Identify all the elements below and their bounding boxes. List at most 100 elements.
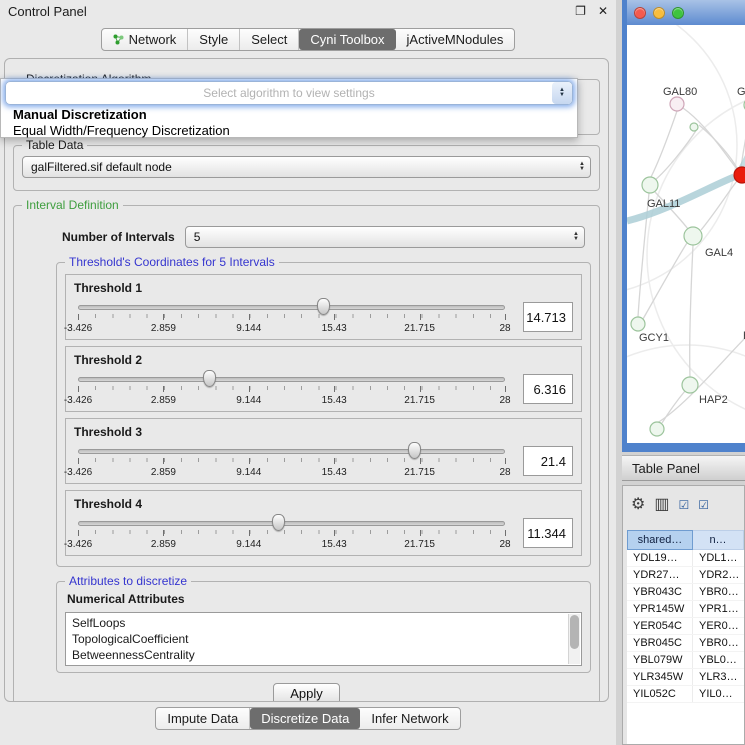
table-row-4[interactable]: YPR145WYPR1…: [627, 601, 744, 618]
mac-zoom-button[interactable]: [672, 7, 684, 19]
network-node-gal4[interactable]: [684, 227, 702, 245]
number-of-intervals-combobox[interactable]: 5 ▲▼: [185, 226, 585, 248]
cell-shared-name: YBR043C: [627, 584, 693, 600]
attributes-group-title: Attributes to discretize: [65, 574, 191, 588]
table-row-6[interactable]: YBR045CYBR0…: [627, 635, 744, 652]
numerical-attributes-list[interactable]: SelfLoopsTopologicalCoefficientBetweenne…: [65, 612, 582, 666]
slider-thumb[interactable]: [203, 370, 216, 387]
cell-shared-name: YBL079W: [627, 652, 693, 668]
select-all-icon[interactable]: ☑: [698, 499, 709, 511]
major-tick: [420, 530, 421, 536]
threshold-box-1: Threshold 1-3.4262.8599.14415.4321.71528…: [65, 274, 582, 340]
tab-network[interactable]: Network: [102, 29, 189, 50]
table-panel-titlebar: Table Panel: [622, 455, 745, 481]
apply-button[interactable]: Apply: [273, 683, 340, 702]
network-view-window: GAL80GAGAL11GAL4GCY1HHAP2: [622, 0, 745, 452]
close-icon[interactable]: ✕: [598, 5, 608, 17]
column-header-name[interactable]: n…: [693, 530, 744, 550]
threshold-slider-2[interactable]: -3.4262.8599.14415.4321.71528: [78, 369, 505, 409]
column-header-shared-name[interactable]: shared…: [627, 530, 693, 550]
network-icon: [113, 34, 124, 45]
node-label-hap2: HAP2: [699, 394, 728, 406]
mac-close-button[interactable]: [634, 7, 646, 19]
table-data-combobox[interactable]: galFiltered.sif default node ▲▼: [22, 156, 591, 178]
combo-arrows-icon: ▲▼: [573, 232, 579, 242]
threshold-value-2[interactable]: 6.316: [523, 374, 573, 404]
list-item-topologicalcoefficient[interactable]: TopologicalCoefficient: [72, 631, 565, 647]
control-panel-title: Control Panel: [8, 4, 87, 19]
network-node[interactable]: [690, 123, 698, 131]
slider-scale-labels: -3.4262.8599.14415.4321.71528: [78, 539, 505, 551]
control-panel-tab-bar: NetworkStyleSelectCyni ToolboxjActiveMNo…: [0, 22, 616, 56]
table-row-8[interactable]: YLR345WYLR3…: [627, 669, 744, 686]
slider-thumb[interactable]: [317, 298, 330, 315]
mac-minimize-button[interactable]: [653, 7, 665, 19]
select-columns-icon[interactable]: ☑: [678, 499, 689, 511]
list-item-betweennesscentrality[interactable]: BetweennessCentrality: [72, 647, 565, 663]
combo-arrows-icon[interactable]: ▲▼: [552, 82, 572, 104]
cell-shared-name: YDL19…: [627, 550, 693, 566]
slider-thumb[interactable]: [408, 442, 421, 459]
slider-track: [78, 521, 505, 526]
threshold-slider-4[interactable]: -3.4262.8599.14415.4321.71528: [78, 513, 505, 553]
slider-track: [78, 305, 505, 310]
columns-icon[interactable]: ▥: [654, 497, 669, 513]
network-node-gcy1[interactable]: [631, 317, 645, 331]
option-equal-width-frequency[interactable]: Equal Width/Frequency Discretization: [1, 123, 577, 139]
network-window-titlebar: [627, 0, 745, 25]
tick-label: -3.426: [64, 467, 92, 478]
major-tick: [163, 458, 164, 464]
table-panel-toolbar: ⚙ ▥ ☑ ☑: [623, 486, 744, 524]
list-scrollbar[interactable]: [568, 614, 580, 664]
scrollbar-thumb[interactable]: [570, 615, 579, 649]
tab-infer-network[interactable]: Infer Network: [360, 708, 459, 729]
network-node[interactable]: [650, 422, 664, 436]
threshold-slider-3[interactable]: -3.4262.8599.14415.4321.71528: [78, 441, 505, 481]
tick-label: 21.715: [404, 323, 435, 334]
network-node-gal80[interactable]: [670, 97, 684, 111]
tick-label: 9.144: [236, 539, 261, 550]
threshold-value-1[interactable]: 14.713: [523, 302, 573, 332]
network-node-gal11[interactable]: [642, 177, 658, 193]
table-row-3[interactable]: YBR043CYBR0…: [627, 584, 744, 601]
tick-label: 28: [499, 467, 510, 478]
float-window-icon[interactable]: ❐: [575, 5, 586, 17]
table-row-5[interactable]: YER054CYER0…: [627, 618, 744, 635]
gear-icon[interactable]: ⚙: [631, 497, 645, 513]
algorithm-combobox[interactable]: Select algorithm to view settings ▲▼: [5, 81, 573, 105]
slider-scale-labels: -3.4262.8599.14415.4321.71528: [78, 467, 505, 479]
option-manual-discretization[interactable]: Manual Discretization: [1, 107, 577, 123]
list-item-selfloops[interactable]: SelfLoops: [72, 615, 565, 631]
network-edges: [638, 108, 745, 423]
major-tick: [334, 314, 335, 320]
threshold-value-3[interactable]: 21.4: [523, 446, 573, 476]
network-canvas[interactable]: GAL80GAGAL11GAL4GCY1HHAP2: [627, 25, 745, 443]
threshold-box-4: Threshold 4-3.4262.8599.14415.4321.71528…: [65, 490, 582, 556]
tab-select[interactable]: Select: [240, 29, 299, 50]
tick-label: 15.43: [322, 395, 347, 406]
table-row-1[interactable]: YDL19…YDL1…: [627, 550, 744, 567]
threshold-value-4[interactable]: 11.344: [523, 518, 573, 548]
slider-thumb[interactable]: [272, 514, 285, 531]
tick-label: 28: [499, 539, 510, 550]
network-node[interactable]: [734, 167, 745, 183]
network-node-hap2[interactable]: [682, 377, 698, 393]
top-tab-strip: NetworkStyleSelectCyni ToolboxjActiveMNo…: [101, 28, 516, 51]
discretize-data-panel: Discretization Algorithm Table Data galF…: [4, 58, 609, 702]
tab-jactivemnodules[interactable]: jActiveMNodules: [396, 29, 515, 50]
network-graph: GAL80GAGAL11GAL4GCY1HHAP2: [627, 25, 745, 443]
tab-cyni-toolbox[interactable]: Cyni Toolbox: [299, 29, 395, 50]
table-row-9[interactable]: YIL052CYIL0…: [627, 686, 744, 703]
cell-shared-name: YBR045C: [627, 635, 693, 651]
table-row-7[interactable]: YBL079WYBL0…: [627, 652, 744, 669]
cell-shared-name: YIL052C: [627, 686, 693, 702]
major-tick: [78, 458, 79, 464]
tab-style[interactable]: Style: [188, 29, 240, 50]
table-row-2[interactable]: YDR27…YDR2…: [627, 567, 744, 584]
tab-impute-data[interactable]: Impute Data: [156, 708, 250, 729]
tab-discretize-data[interactable]: Discretize Data: [250, 708, 360, 729]
table-panel-title: Table Panel: [632, 461, 700, 476]
thresholds-group: Threshold's Coordinates for 5 Intervals …: [56, 262, 591, 567]
threshold-list: Threshold 1-3.4262.8599.14415.4321.71528…: [61, 274, 586, 556]
threshold-slider-1[interactable]: -3.4262.8599.14415.4321.71528: [78, 297, 505, 337]
